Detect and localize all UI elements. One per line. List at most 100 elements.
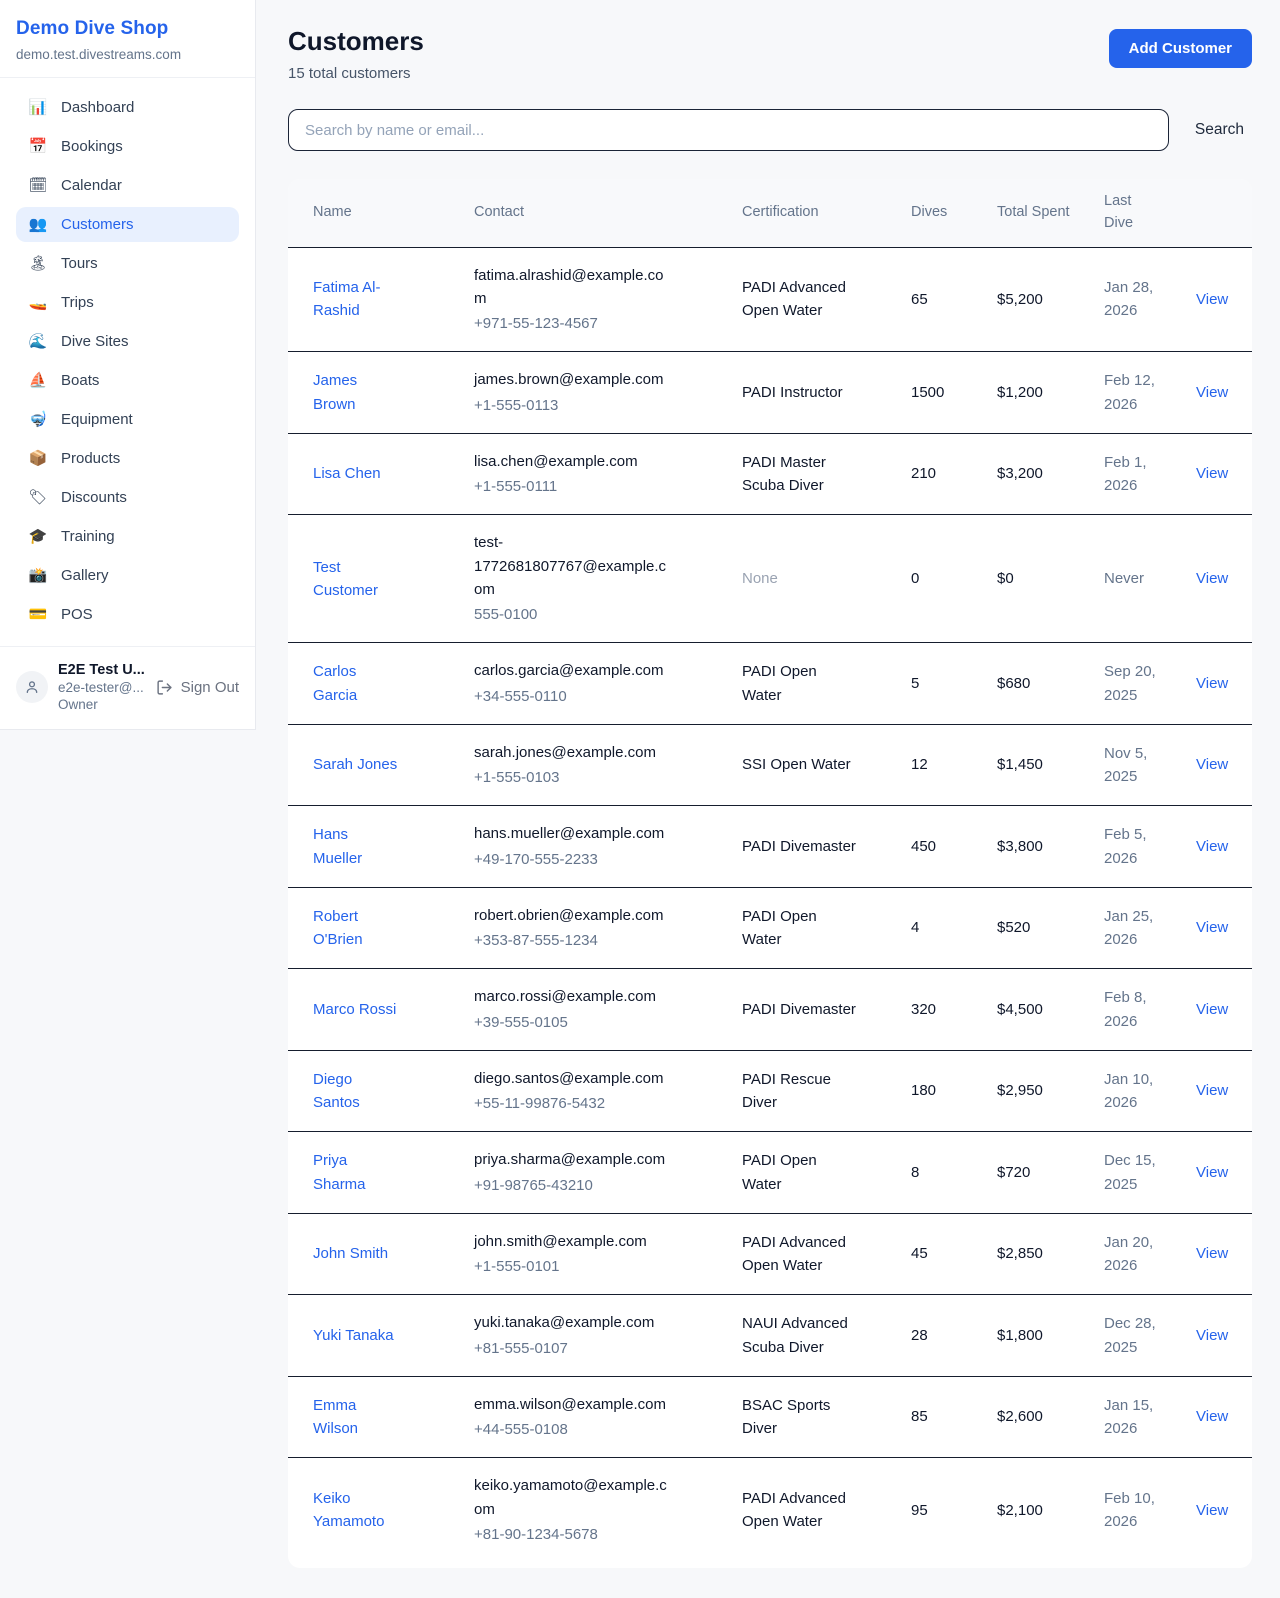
customer-name-link[interactable]: Emma Wilson (313, 1394, 399, 1441)
customer-phone: +1-555-0113 (474, 394, 710, 417)
sidebar-item-products[interactable]: 📦 Products (16, 441, 239, 476)
customer-email: marco.rossi@example.com (474, 985, 674, 1008)
add-customer-button[interactable]: Add Customer (1109, 29, 1252, 68)
customer-name-link[interactable]: John Smith (313, 1242, 388, 1265)
customer-name-link[interactable]: Test Customer (313, 556, 399, 603)
customer-phone: +34-555-0110 (474, 685, 710, 708)
customer-total-spent: $2,100 (981, 1458, 1088, 1568)
sidebar-item-equipment[interactable]: 🤿 Equipment (16, 402, 239, 437)
sign-out-button[interactable]: Sign Out (156, 679, 239, 696)
sidebar-item-dashboard[interactable]: 📊 Dashboard (16, 90, 239, 125)
customer-total-spent: $3,200 (981, 433, 1088, 515)
view-link[interactable]: View (1196, 838, 1228, 855)
customer-name-link[interactable]: Sarah Jones (313, 753, 397, 776)
view-link[interactable]: View (1196, 465, 1228, 482)
view-link[interactable]: View (1196, 675, 1228, 692)
customer-email: hans.mueller@example.com (474, 822, 674, 845)
customer-certification: PADI Master Scuba Diver (742, 451, 860, 498)
customer-certification: PADI Advanced Open Water (742, 1487, 860, 1534)
customer-last-dive: Jan 10, 2026 (1104, 1068, 1164, 1115)
customer-phone: +971-55-123-4567 (474, 312, 710, 335)
customer-dives: 65 (895, 247, 981, 352)
sidebar-item-trips[interactable]: 🚤 Trips (16, 285, 239, 320)
customer-dives: 1500 (895, 352, 981, 434)
sidebar-item-tours[interactable]: 🏝 Tours (16, 246, 239, 281)
view-link[interactable]: View (1196, 1001, 1228, 1018)
customer-phone: +353-87-555-1234 (474, 929, 710, 952)
customer-name-link[interactable]: Robert O'Brien (313, 905, 399, 952)
sidebar-item-gallery[interactable]: 📸 Gallery (16, 558, 239, 593)
customer-dives: 95 (895, 1458, 981, 1568)
view-link[interactable]: View (1196, 1082, 1228, 1099)
customer-phone: +91-98765-43210 (474, 1174, 710, 1197)
view-link[interactable]: View (1196, 756, 1228, 773)
customer-name-link[interactable]: Lisa Chen (313, 462, 381, 485)
table-row: Carlos Garcia carlos.garcia@example.com … (288, 643, 1252, 725)
view-link[interactable]: View (1196, 1408, 1228, 1425)
customer-phone: 555-0100 (474, 603, 710, 626)
customer-certification: None (742, 567, 778, 590)
table-row: Priya Sharma priya.sharma@example.com +9… (288, 1132, 1252, 1214)
table-row: Fatima Al-Rashid fatima.alrashid@example… (288, 247, 1252, 352)
customer-name-link[interactable]: Priya Sharma (313, 1149, 399, 1196)
table-row: James Brown james.brown@example.com +1-5… (288, 352, 1252, 434)
search-bar: Search (288, 109, 1252, 151)
customer-certification: NAUI Advanced Scuba Diver (742, 1312, 860, 1359)
customer-last-dive: Jan 20, 2026 (1104, 1231, 1164, 1278)
customer-dives: 210 (895, 433, 981, 515)
table-row: Emma Wilson emma.wilson@example.com +44-… (288, 1376, 1252, 1458)
sidebar-item-calendar[interactable]: 🗓 Calendar (16, 168, 239, 203)
pos-icon: 💳 (28, 607, 48, 622)
customer-certification: PADI Advanced Open Water (742, 276, 860, 323)
customer-total-spent: $1,450 (981, 724, 1088, 806)
customer-dives: 0 (895, 515, 981, 643)
view-link[interactable]: View (1196, 1245, 1228, 1262)
dive-sites-icon: 🌊 (28, 334, 48, 349)
customer-name-link[interactable]: Fatima Al-Rashid (313, 276, 399, 323)
sidebar-nav: 📊 Dashboard 📅 Bookings 🗓 Calendar 👥 Cust… (0, 78, 255, 646)
brand-header: Demo Dive Shop demo.test.divestreams.com (0, 0, 255, 78)
customer-name-link[interactable]: Yuki Tanaka (313, 1324, 394, 1347)
user-email: e2e-tester@... (58, 680, 146, 695)
user-info: E2E Test U... e2e-tester@... Owner (58, 662, 146, 712)
view-link[interactable]: View (1196, 1164, 1228, 1181)
sidebar-item-training[interactable]: 🎓 Training (16, 519, 239, 554)
sidebar-item-customers[interactable]: 👥 Customers (16, 207, 239, 242)
customer-name-link[interactable]: Diego Santos (313, 1068, 399, 1115)
table-row: Diego Santos diego.santos@example.com +5… (288, 1050, 1252, 1132)
view-link[interactable]: View (1196, 919, 1228, 936)
customer-name-link[interactable]: James Brown (313, 369, 399, 416)
view-link[interactable]: View (1196, 384, 1228, 401)
equipment-icon: 🤿 (28, 412, 48, 427)
search-input[interactable] (288, 109, 1169, 151)
customer-certification: PADI Divemaster (742, 835, 856, 858)
main-content: Customers 15 total customers Add Custome… (256, 0, 1280, 1598)
customer-dives: 450 (895, 806, 981, 888)
customer-dives: 5 (895, 643, 981, 725)
table-row: Hans Mueller hans.mueller@example.com +4… (288, 806, 1252, 888)
sidebar-item-bookings[interactable]: 📅 Bookings (16, 129, 239, 164)
user-role: Owner (58, 697, 146, 712)
customer-name-link[interactable]: Hans Mueller (313, 823, 399, 870)
page-title: Customers (288, 26, 424, 57)
customer-total-spent: $2,850 (981, 1213, 1088, 1295)
customer-name-link[interactable]: Keiko Yamamoto (313, 1487, 399, 1534)
view-link[interactable]: View (1196, 291, 1228, 308)
view-link[interactable]: View (1196, 1502, 1228, 1519)
sidebar-item-dive-sites[interactable]: 🌊 Dive Sites (16, 324, 239, 359)
customer-total-spent: $5,200 (981, 247, 1088, 352)
customer-name-link[interactable]: Carlos Garcia (313, 660, 399, 707)
search-button[interactable]: Search (1195, 121, 1252, 139)
sidebar-item-discounts[interactable]: 🏷 Discounts (16, 480, 239, 515)
view-link[interactable]: View (1196, 1327, 1228, 1344)
customer-last-dive: Jan 28, 2026 (1104, 276, 1164, 323)
view-link[interactable]: View (1196, 570, 1228, 587)
customers-icon: 👥 (28, 217, 48, 232)
customer-name-link[interactable]: Marco Rossi (313, 998, 396, 1021)
sidebar-item-boats[interactable]: ⛵ Boats (16, 363, 239, 398)
customer-phone: +55-11-99876-5432 (474, 1092, 710, 1115)
sidebar-item-pos[interactable]: 💳 POS (16, 597, 239, 632)
customer-email: keiko.yamamoto@example.com (474, 1474, 674, 1521)
customer-phone: +1-555-0111 (474, 475, 710, 498)
page-header-text: Customers 15 total customers (288, 26, 424, 82)
